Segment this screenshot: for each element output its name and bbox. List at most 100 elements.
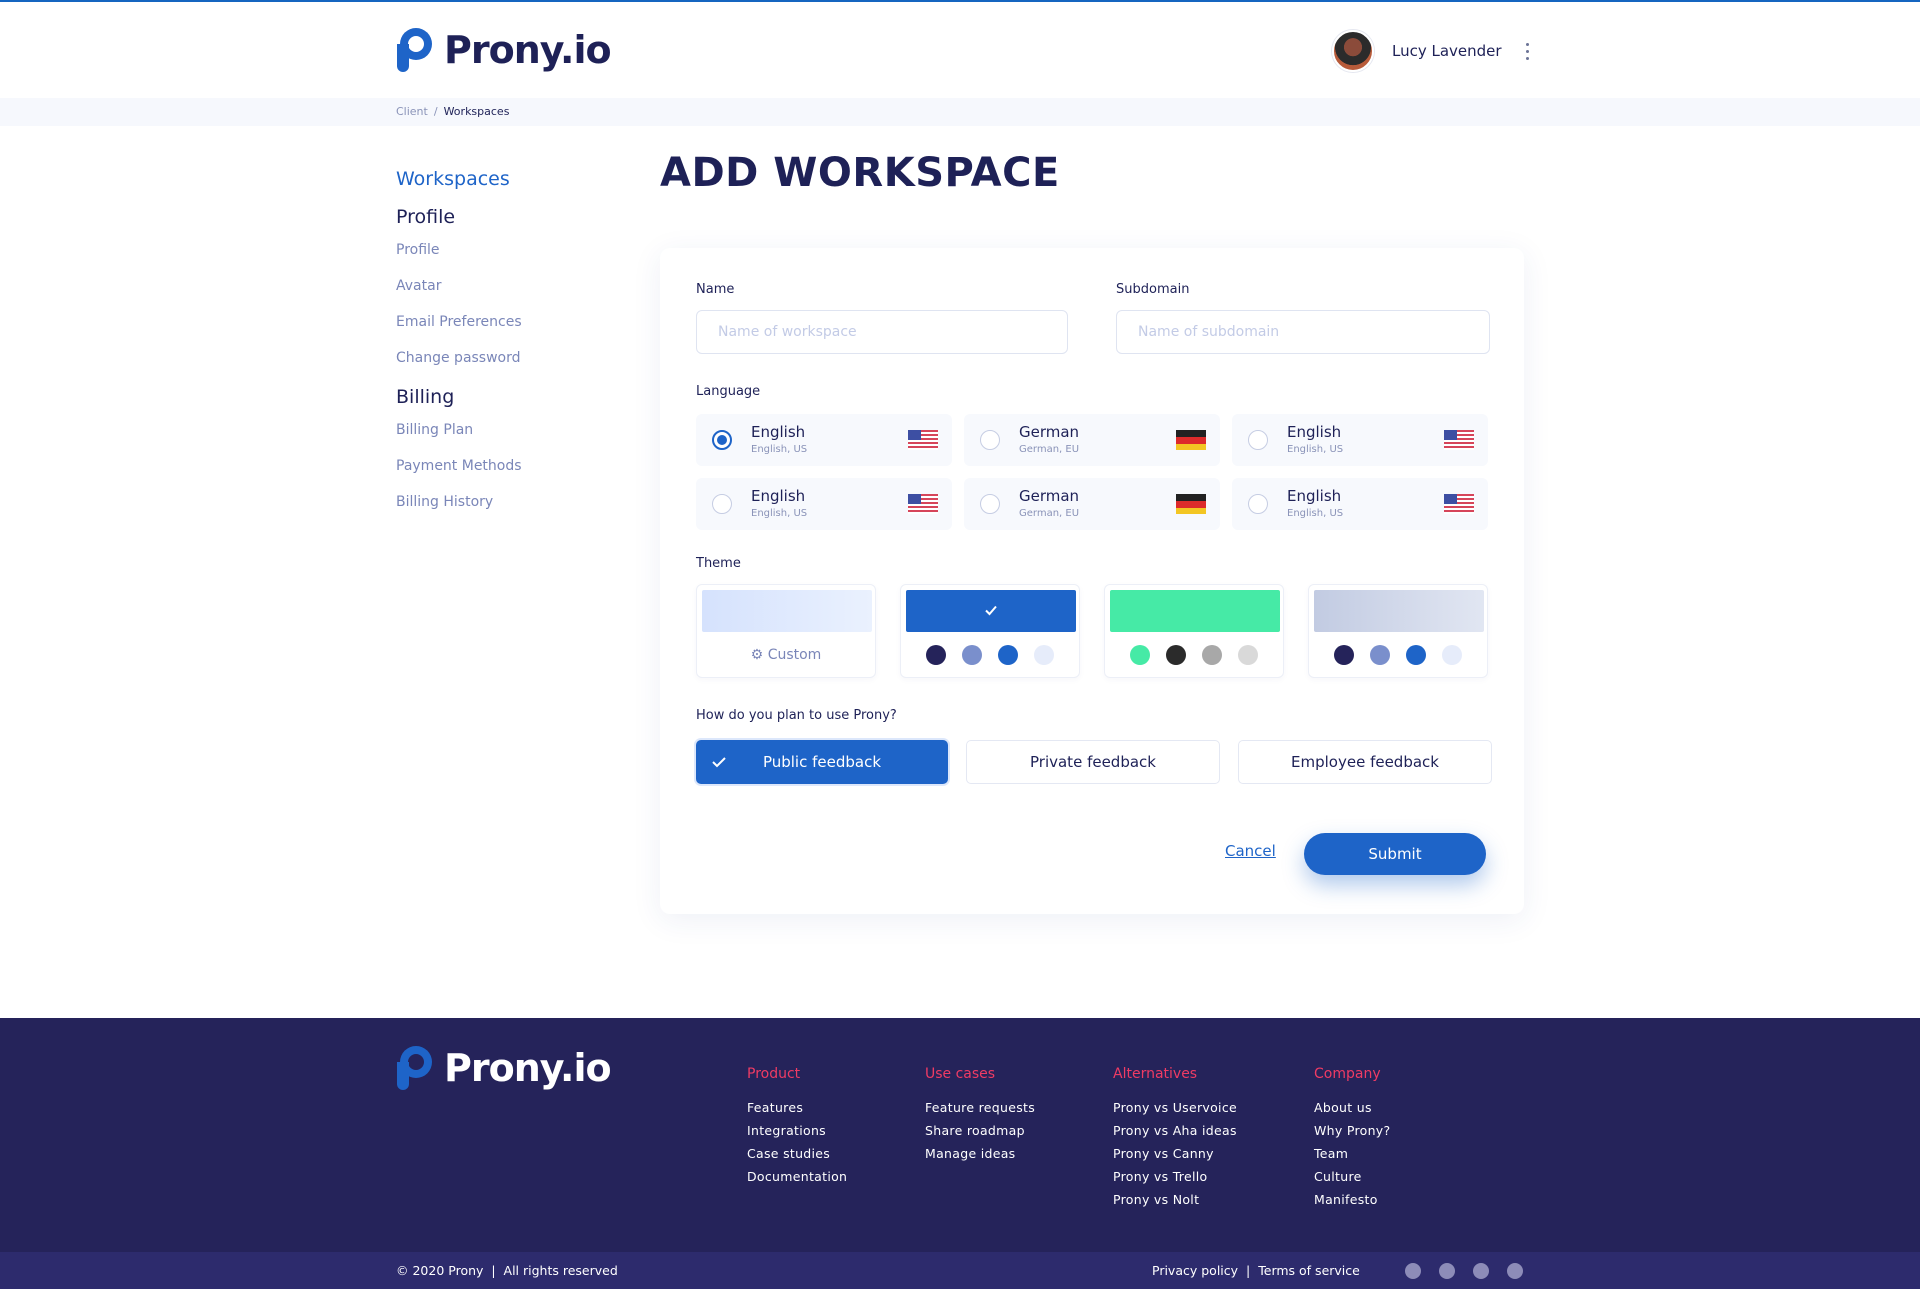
logo-text: Prony.io xyxy=(444,28,612,72)
color-dot xyxy=(1238,645,1258,665)
workspace-name-input[interactable] xyxy=(696,310,1068,354)
theme-swatch xyxy=(1110,590,1280,632)
footer-link[interactable]: Prony vs Trello xyxy=(1113,1169,1237,1184)
check-icon xyxy=(712,757,726,768)
sidebar-item-email-preferences[interactable]: Email Preferences xyxy=(396,314,636,332)
footer-logo[interactable]: Prony.io xyxy=(396,1044,612,1092)
language-option[interactable]: English English, US xyxy=(1232,478,1488,530)
radio-selected-icon[interactable] xyxy=(712,430,732,450)
radio-icon[interactable] xyxy=(1248,494,1268,514)
facebook-icon[interactable] xyxy=(1405,1263,1421,1279)
instagram-icon[interactable] xyxy=(1439,1263,1455,1279)
footer-link[interactable]: Feature requests xyxy=(925,1100,1035,1115)
language-option[interactable]: English English, US xyxy=(1232,414,1488,466)
theme-option-custom[interactable]: ⚙ Custom xyxy=(696,584,876,678)
twitter-icon[interactable] xyxy=(1473,1263,1489,1279)
footer-logo-text: Prony.io xyxy=(444,1046,612,1090)
footer-link[interactable]: Culture xyxy=(1314,1169,1390,1184)
language-name: English xyxy=(751,423,806,441)
footer-link[interactable]: Manifesto xyxy=(1314,1192,1390,1207)
footer-link[interactable]: Manage ideas xyxy=(925,1146,1035,1161)
theme-option-blue[interactable] xyxy=(900,584,1080,678)
radio-icon[interactable] xyxy=(1248,430,1268,450)
theme-option-gray[interactable] xyxy=(1308,584,1488,678)
breadcrumb-item-workspaces: Workspaces xyxy=(443,105,510,118)
footer-link[interactable]: Team xyxy=(1314,1146,1390,1161)
footer: Prony.io Product Features Integrations C… xyxy=(0,1018,1920,1252)
more-options-icon[interactable] xyxy=(1525,42,1530,60)
language-option[interactable]: English English, US xyxy=(696,478,952,530)
add-workspace-form: Name Subdomain Language English English,… xyxy=(660,248,1524,914)
footer-link[interactable]: Features xyxy=(747,1100,847,1115)
usage-label: How do you plan to use Prony? xyxy=(696,708,897,723)
sidebar-item-avatar[interactable]: Avatar xyxy=(396,278,636,296)
sidebar-item-workspaces[interactable]: Workspaces xyxy=(396,168,636,190)
theme-swatch xyxy=(906,590,1076,632)
footer-column-product: Product Features Integrations Case studi… xyxy=(747,1066,847,1192)
usage-option-employee[interactable]: Employee feedback xyxy=(1238,740,1492,784)
sidebar-item-payment-methods[interactable]: Payment Methods xyxy=(396,458,636,476)
breadcrumb: Client / Workspaces xyxy=(396,105,509,118)
youtube-icon[interactable] xyxy=(1507,1263,1523,1279)
usage-option-private[interactable]: Private feedback xyxy=(966,740,1220,784)
sidebar-item-profile[interactable]: Profile xyxy=(396,242,636,260)
language-option[interactable]: German German, EU xyxy=(964,478,1220,530)
sidebar-item-billing-plan[interactable]: Billing Plan xyxy=(396,422,636,440)
breadcrumb-separator: / xyxy=(433,105,438,118)
privacy-policy-link[interactable]: Privacy policy xyxy=(1152,1263,1238,1278)
language-option[interactable]: German German, EU xyxy=(964,414,1220,466)
footer-link[interactable]: Documentation xyxy=(747,1169,847,1184)
footer-heading: Use cases xyxy=(925,1066,996,1082)
social-links xyxy=(1405,1263,1523,1279)
footer-link[interactable]: Case studies xyxy=(747,1146,847,1161)
language-region: English, US xyxy=(1287,444,1344,455)
language-label: Language xyxy=(696,384,761,399)
color-dot xyxy=(1370,645,1390,665)
theme-colors xyxy=(1309,645,1487,665)
user-menu[interactable]: Lucy Lavender xyxy=(1332,30,1530,72)
submit-button[interactable]: Submit xyxy=(1304,833,1486,875)
breadcrumb-item-client[interactable]: Client xyxy=(396,105,428,118)
footer-link[interactable]: Prony vs Aha ideas xyxy=(1113,1123,1237,1138)
custom-label: Custom xyxy=(767,647,822,663)
sidebar-item-change-password[interactable]: Change password xyxy=(396,350,636,368)
language-region: English, US xyxy=(751,508,808,519)
radio-icon[interactable] xyxy=(980,494,1000,514)
gear-icon: ⚙ xyxy=(750,647,764,663)
usage-option-public[interactable]: Public feedback xyxy=(696,740,948,784)
user-name[interactable]: Lucy Lavender xyxy=(1392,42,1502,60)
footer-heading: Company xyxy=(1314,1066,1381,1082)
footer-link[interactable]: Integrations xyxy=(747,1123,847,1138)
name-label: Name xyxy=(696,282,735,297)
terms-of-service-link[interactable]: Terms of service xyxy=(1258,1263,1360,1278)
footer-link[interactable]: About us xyxy=(1314,1100,1390,1115)
radio-icon[interactable] xyxy=(712,494,732,514)
custom-theme-label: ⚙ Custom xyxy=(697,647,875,663)
language-name: German xyxy=(1019,487,1080,505)
logo[interactable]: Prony.io xyxy=(396,26,612,74)
radio-icon[interactable] xyxy=(980,430,1000,450)
footer-link[interactable]: Prony vs Uservoice xyxy=(1113,1100,1237,1115)
subdomain-input[interactable] xyxy=(1116,310,1490,354)
legal-links: Privacy policy | Terms of service xyxy=(1152,1263,1360,1278)
footer-link[interactable]: Share roadmap xyxy=(925,1123,1035,1138)
color-dot xyxy=(1334,645,1354,665)
footer-link[interactable]: Prony vs Nolt xyxy=(1113,1192,1237,1207)
color-dot xyxy=(926,645,946,665)
footer-link[interactable]: Prony vs Canny xyxy=(1113,1146,1237,1161)
breadcrumb-bar: Client / Workspaces xyxy=(0,98,1920,126)
language-option[interactable]: English English, US xyxy=(696,414,952,466)
language-region: German, EU xyxy=(1019,444,1080,455)
prony-logo-icon xyxy=(397,1046,432,1090)
footer-heading: Product xyxy=(747,1066,801,1082)
cancel-link[interactable]: Cancel xyxy=(1225,842,1276,860)
color-dot xyxy=(962,645,982,665)
sidebar-item-billing-history[interactable]: Billing History xyxy=(396,494,636,512)
avatar[interactable] xyxy=(1332,30,1374,72)
color-dot xyxy=(1166,645,1186,665)
copyright: © 2020 Prony | All rights reserved xyxy=(396,1263,618,1278)
color-dot xyxy=(1130,645,1150,665)
us-flag-icon xyxy=(908,430,938,450)
theme-option-green[interactable] xyxy=(1104,584,1284,678)
footer-link[interactable]: Why Prony? xyxy=(1314,1123,1390,1138)
